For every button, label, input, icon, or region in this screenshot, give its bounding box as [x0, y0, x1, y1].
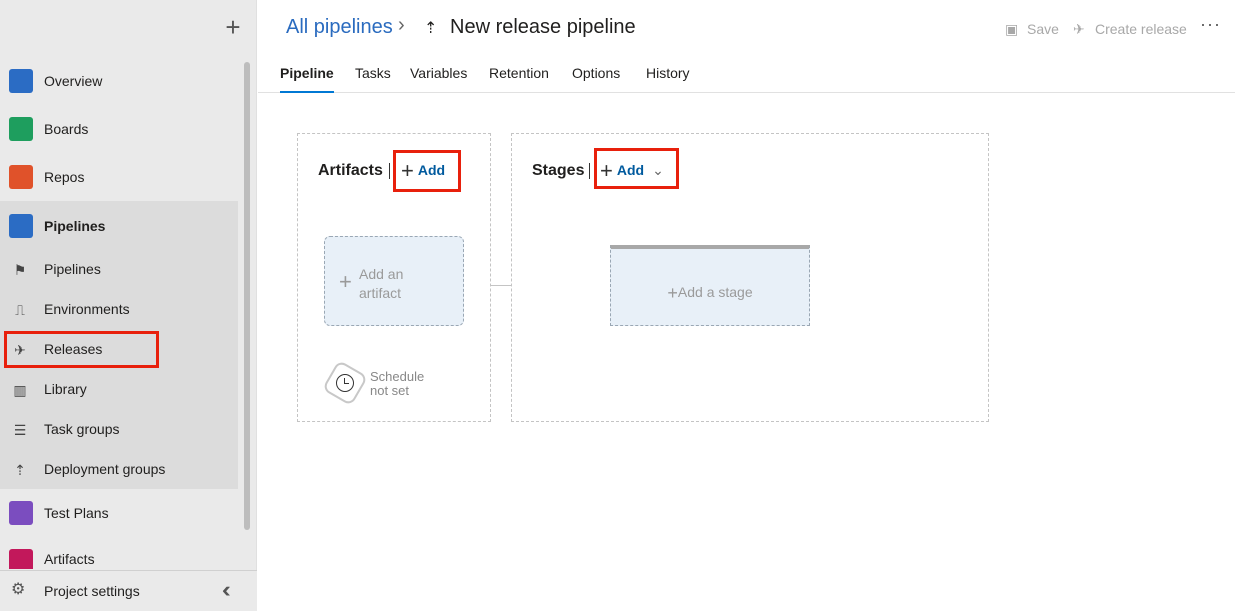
- chevron-right-icon: ›: [398, 14, 405, 36]
- sidebar-item-label: Boards: [44, 121, 89, 137]
- sidebar: + Overview Boards Repos Pipelines ⚑ Pipe…: [0, 0, 257, 611]
- repos-icon: [9, 165, 33, 189]
- boards-icon: [9, 117, 33, 141]
- sidebar-item-label: Task groups: [44, 421, 120, 437]
- tab-tasks[interactable]: Tasks: [355, 65, 391, 93]
- sidebar-item-label: Pipelines: [44, 218, 106, 234]
- sidebar-item-label: Deployment groups: [44, 461, 166, 477]
- sidebar-scrollbar[interactable]: [244, 62, 250, 530]
- tab-retention[interactable]: Retention: [489, 65, 549, 93]
- add-stage-text: +Add a stage: [611, 283, 809, 304]
- collapse-sidebar-icon[interactable]: ‹‹: [222, 577, 230, 603]
- save-icon: ▣: [1005, 21, 1019, 37]
- sidebar-subitem-environments[interactable]: ⎍ Environments: [0, 290, 238, 330]
- sidebar-item-test-plans[interactable]: Test Plans: [0, 491, 238, 535]
- add-artifact-text: Add an artifact: [359, 265, 449, 303]
- sidebar-item-artifacts[interactable]: Artifacts: [0, 539, 238, 569]
- clock-icon: [336, 374, 354, 392]
- schedule-line2: not set: [370, 383, 410, 398]
- create-release-label: Create release: [1095, 21, 1187, 37]
- schedule-line1: Schedule: [370, 369, 425, 384]
- release-pipeline-icon: ⇡: [424, 20, 438, 37]
- artifacts-title: Artifacts: [318, 162, 383, 179]
- add-artifact-line2: artifact: [359, 285, 402, 301]
- more-options-icon[interactable]: ···: [1200, 14, 1221, 35]
- create-release-button[interactable]: ✈ Create release: [1073, 21, 1187, 38]
- pipelines-icon: [9, 214, 33, 238]
- sidebar-item-boards[interactable]: Boards: [0, 107, 238, 151]
- plus-icon: +: [667, 283, 678, 303]
- connector-line: [491, 285, 511, 286]
- task-groups-icon: ☰: [13, 422, 27, 438]
- sidebar-item-repos[interactable]: Repos: [0, 155, 238, 199]
- library-icon: ▥: [13, 382, 27, 398]
- add-artifact-card[interactable]: + Add an artifact: [324, 236, 464, 326]
- sidebar-header: +: [0, 0, 256, 58]
- add-artifact-line1: Add an: [359, 266, 404, 282]
- sidebar-subitem-deployment-groups[interactable]: ⇡ Deployment groups: [0, 450, 238, 490]
- artifacts-icon: [9, 549, 33, 569]
- add-stage-label: Add a stage: [677, 284, 753, 300]
- sidebar-item-label: Artifacts: [44, 551, 95, 567]
- sidebar-item-label: Pipelines: [44, 261, 101, 277]
- sidebar-item-overview[interactable]: Overview: [0, 59, 238, 103]
- save-button[interactable]: ▣ Save: [1005, 21, 1059, 38]
- add-stage-card[interactable]: +Add a stage: [610, 245, 810, 326]
- sidebar-item-label: Repos: [44, 169, 85, 185]
- sidebar-item-pipelines[interactable]: Pipelines: [0, 204, 238, 248]
- stages-add-highlight: [594, 148, 679, 189]
- header: All pipelines › ⇡ New release pipeline ▣…: [258, 0, 1235, 93]
- artifacts-add-highlight: [393, 150, 461, 192]
- sidebar-item-label: Overview: [44, 73, 103, 89]
- save-label: Save: [1027, 21, 1059, 37]
- sidebar-footer: ⚙ Project settings ‹‹: [0, 570, 257, 611]
- divider: [389, 163, 390, 179]
- sidebar-item-label: Library: [44, 381, 87, 397]
- releases-highlight: [4, 331, 159, 368]
- sidebar-subitem-library[interactable]: ▥ Library: [0, 370, 238, 410]
- plus-icon: +: [339, 269, 352, 294]
- environments-icon: ⎍: [15, 302, 25, 318]
- page-title: New release pipeline: [450, 16, 636, 38]
- deployment-groups-icon: ⇡: [14, 462, 26, 478]
- rocket-icon: ✈: [1073, 21, 1085, 37]
- tab-variables[interactable]: Variables: [410, 65, 467, 93]
- sidebar-item-label: Test Plans: [44, 505, 109, 521]
- test-plans-icon: [9, 501, 33, 525]
- overview-icon: [9, 69, 33, 93]
- schedule-text: Schedule not set: [370, 370, 450, 398]
- plus-icon[interactable]: +: [220, 14, 246, 40]
- breadcrumb[interactable]: All pipelines: [286, 16, 393, 39]
- gear-icon: ⚙: [11, 581, 26, 598]
- tab-history[interactable]: History: [646, 65, 690, 93]
- project-settings-link[interactable]: Project settings: [44, 583, 140, 599]
- pipelines-sub-icon: ⚑: [13, 262, 27, 278]
- sidebar-subitem-pipelines[interactable]: ⚑ Pipelines: [0, 250, 238, 290]
- sidebar-subitem-task-groups[interactable]: ☰ Task groups: [0, 410, 238, 450]
- tab-options[interactable]: Options: [572, 65, 620, 93]
- tab-pipeline[interactable]: Pipeline: [280, 65, 334, 93]
- sidebar-item-label: Environments: [44, 301, 130, 317]
- divider: [589, 163, 590, 179]
- stages-title: Stages: [532, 162, 585, 179]
